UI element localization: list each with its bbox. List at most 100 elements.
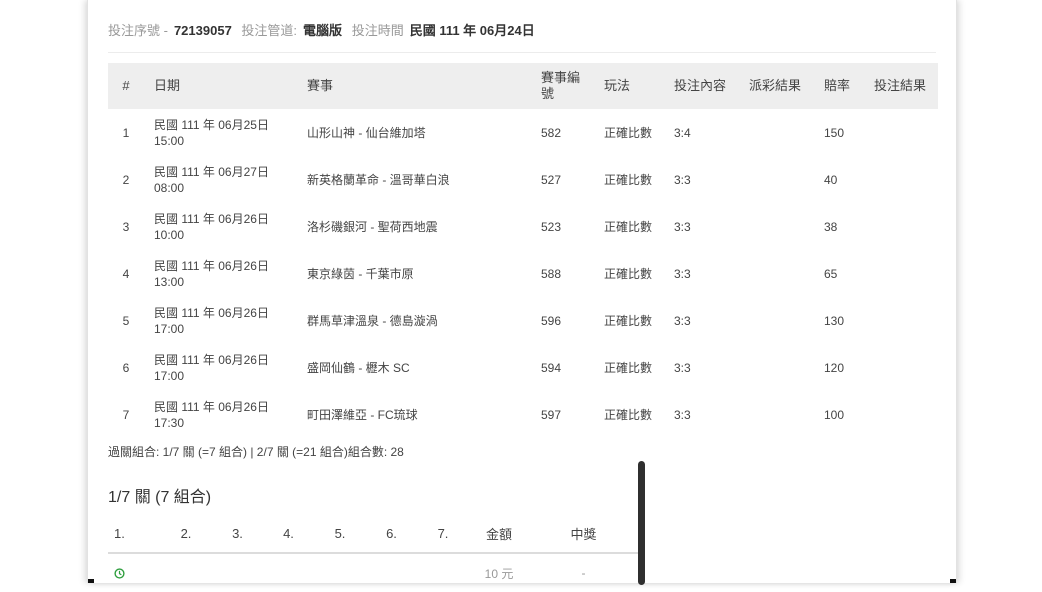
- cell-match: 東京綠茵 - 千葉市原: [307, 266, 414, 281]
- cell-odds: 40: [824, 172, 838, 187]
- cell-match: 洛杉磯銀河 - 聖荷西地震: [307, 219, 438, 234]
- table-header-row: # 日期 賽事 賽事編號 玩法 投注內容 派彩結果 賠率 投注結果: [108, 63, 938, 109]
- cell-date: 民國 111 年 06月26日 17:00: [144, 297, 297, 344]
- table-row: 7 民國 111 年 06月26日 17:30 町田澤維亞 - FC琉球 597 正確比數…: [108, 391, 938, 438]
- combo-leg-cell: [212, 553, 263, 592]
- cell-pick: 3:4: [674, 125, 691, 140]
- cell-date: 民國 111 年 06月26日 10:00: [144, 203, 297, 250]
- bet-detail-panel: 投注序號 - 72139057 投注管道: 電腦版 投注時間 民國 111 年 06月…: [87, 0, 957, 585]
- cell-match: 町田澤維亞 - FC琉球: [307, 407, 418, 422]
- cell-match: 盛岡仙鶴 - 櫪木 SC: [307, 360, 410, 375]
- clock-icon: [114, 567, 159, 579]
- combo-row: 10 元 -: [108, 553, 638, 592]
- cell-odds: 130: [824, 313, 845, 328]
- date-text: 民國 111 年 06月26日: [154, 352, 269, 367]
- combo-win-header: 中獎: [529, 514, 638, 554]
- cell-odds: 65: [824, 266, 838, 281]
- cell-no: 4: [122, 266, 130, 281]
- time-label: 投注時間: [351, 23, 404, 38]
- cell-play: 正確比數: [604, 313, 653, 328]
- bets-table: # 日期 賽事 賽事編號 玩法 投注內容 派彩結果 賠率 投注結果 1 民國 111 年 06月2…: [108, 63, 938, 438]
- cell-id: 588: [541, 266, 562, 281]
- cell-odds: 100: [824, 407, 845, 422]
- scrollbar-thumb[interactable]: [638, 461, 645, 585]
- combo-leg-cell: [366, 553, 417, 592]
- cell-id: 527: [541, 172, 562, 187]
- combo-status-cell: [108, 553, 160, 592]
- time-value: 民國 111 年 06月24日: [409, 23, 535, 38]
- cell-id: 582: [541, 125, 562, 140]
- cell-pick: 3:3: [674, 266, 691, 281]
- time-text: 15:00: [154, 133, 185, 148]
- cell-play: 正確比數: [604, 266, 653, 281]
- cell-date: 民國 111 年 06月26日 17:00: [144, 344, 297, 391]
- date-text: 民國 111 年 06月26日: [154, 258, 269, 273]
- combo-leg-cell: [160, 553, 212, 592]
- combo-title: 1/7 關 (7 組合): [108, 489, 212, 506]
- cell-no: 7: [122, 407, 130, 422]
- cell-pick: 3:3: [674, 360, 691, 375]
- date-text: 民國 111 年 06月25日: [154, 117, 269, 132]
- cell-play: 正確比數: [604, 125, 653, 140]
- cell-match: 群馬草津溫泉 - 德島漩渦: [307, 313, 438, 328]
- col-match-header: 賽事: [297, 63, 531, 109]
- time-text: 10:00: [154, 227, 185, 242]
- time-text: 17:00: [154, 321, 185, 336]
- cell-payout: [739, 250, 814, 297]
- cell-no: 6: [122, 360, 130, 375]
- cell-result: [864, 344, 938, 391]
- serial-value: 72139057: [173, 23, 232, 38]
- cell-result: [864, 156, 938, 203]
- col-odds-header: 賠率: [814, 63, 864, 109]
- cell-id: 597: [541, 407, 562, 422]
- col-match-id-header: 賽事編號: [531, 63, 594, 109]
- cell-result: [864, 297, 938, 344]
- cell-payout: [739, 203, 814, 250]
- cell-play: 正確比數: [604, 407, 653, 422]
- cell-no: 3: [122, 219, 130, 234]
- time-text: 13:00: [154, 274, 185, 289]
- combo-amount-header: 金額: [469, 514, 529, 554]
- date-text: 民國 111 年 06月27日: [154, 164, 269, 179]
- serial-label: 投注序號 -: [108, 23, 168, 38]
- cell-date: 民國 111 年 06月26日 13:00: [144, 250, 297, 297]
- combo-header-row: 1. 2. 3. 4. 5. 6. 7. 金額 中獎: [108, 514, 638, 554]
- cell-id: 523: [541, 219, 562, 234]
- cell-odds: 38: [824, 219, 838, 234]
- cell-id: 596: [541, 313, 562, 328]
- combo-leg-7-header: 7.: [417, 514, 469, 554]
- cell-result: [864, 203, 938, 250]
- col-play-header: 玩法: [594, 63, 664, 109]
- time-text: 08:00: [154, 180, 185, 195]
- table-row: 3 民國 111 年 06月26日 10:00 洛杉磯銀河 - 聖荷西地震 523 正確比…: [108, 203, 938, 250]
- combo-leg-cell: [263, 553, 314, 592]
- cell-no: 2: [122, 172, 130, 187]
- combo-leg-3-header: 3.: [212, 514, 263, 554]
- combo-win: -: [581, 566, 586, 580]
- date-text: 民國 111 年 06月26日: [154, 305, 269, 320]
- table-row: 2 民國 111 年 06月27日 08:00 新英格蘭革命 - 溫哥華白浪 527 正確…: [108, 156, 938, 203]
- cell-no: 1: [122, 125, 130, 140]
- col-index-header: #: [108, 63, 144, 109]
- cell-date: 民國 111 年 06月25日 15:00: [144, 109, 297, 156]
- combo-summary: 過關組合: 1/7 關 (=7 組合) | 2/7 關 (=21 組合)組合數:…: [108, 445, 404, 459]
- table-row: 6 民國 111 年 06月26日 17:00 盛岡仙鶴 - 櫪木 SC 594 正確比數…: [108, 344, 938, 391]
- cell-pick: 3:3: [674, 219, 691, 234]
- cell-odds: 120: [824, 360, 845, 375]
- panel-edge: [88, 579, 94, 583]
- combo-leg-6-header: 6.: [366, 514, 417, 554]
- channel-label: 投注管道:: [241, 23, 298, 38]
- combo-leg-2-header: 2.: [160, 514, 212, 554]
- cell-play: 正確比數: [604, 219, 653, 234]
- combo-table: 1. 2. 3. 4. 5. 6. 7. 金額 中獎 10 元 -: [108, 514, 638, 592]
- bet-meta-row: 投注序號 - 72139057 投注管道: 電腦版 投注時間 民國 111 年 06月…: [108, 20, 936, 53]
- table-row: 5 民國 111 年 06月26日 17:00 群馬草津溫泉 - 德島漩渦 596 正確比…: [108, 297, 938, 344]
- col-date-header: 日期: [144, 63, 297, 109]
- cell-payout: [739, 156, 814, 203]
- cell-payout: [739, 344, 814, 391]
- table-row: 1 民國 111 年 06月25日 15:00 山形山神 - 仙台維加塔 582 正確比數…: [108, 109, 938, 156]
- cell-odds: 150: [824, 125, 845, 140]
- cell-result: [864, 391, 938, 438]
- cell-result: [864, 250, 938, 297]
- cell-play: 正確比數: [604, 172, 653, 187]
